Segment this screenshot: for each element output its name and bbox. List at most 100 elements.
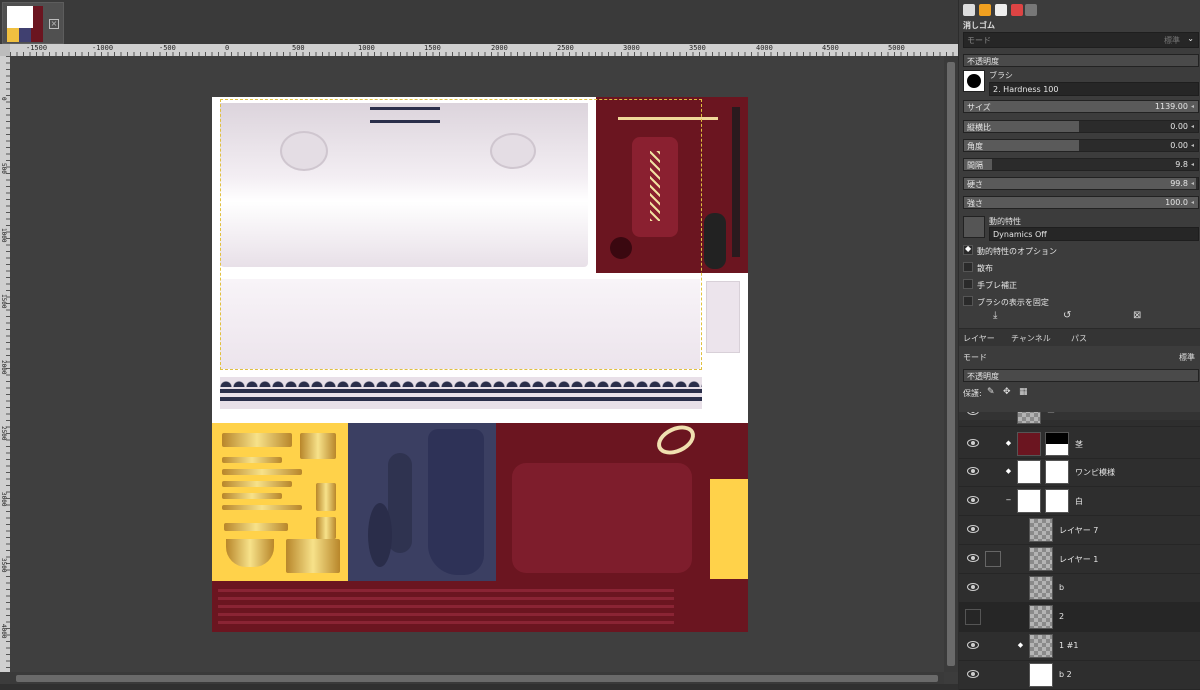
ruler-left-label: 3500 bbox=[0, 558, 7, 573]
ruler-left-label: 500 bbox=[0, 163, 7, 174]
mask-indicator-icon[interactable]: ◆ bbox=[1005, 440, 1012, 447]
spacing-slider[interactable]: 間隔 9.8 ◂ bbox=[963, 158, 1199, 171]
layer-name: 1 #1 bbox=[1059, 641, 1079, 650]
smooth-checkbox[interactable] bbox=[963, 279, 973, 289]
layer-opacity-slider[interactable]: 不透明度 bbox=[963, 369, 1199, 382]
ruler-top-label: 0 bbox=[225, 44, 230, 52]
opacity-slider[interactable]: 不透明度 bbox=[963, 54, 1199, 67]
force-value: 100.0 bbox=[1165, 198, 1188, 207]
tab-layers[interactable]: レイヤー bbox=[963, 333, 995, 344]
tool-options-tab-icon[interactable] bbox=[963, 4, 975, 16]
lock-alpha-icon[interactable]: ▦ bbox=[1019, 387, 1028, 397]
ruler-corner[interactable] bbox=[0, 44, 10, 56]
ruler-left-label: 2500 bbox=[0, 426, 7, 441]
collapse-icon[interactable]: − bbox=[1005, 497, 1012, 504]
dynamics-icon[interactable] bbox=[963, 216, 985, 238]
mask-indicator-icon[interactable]: ◆ bbox=[1017, 642, 1024, 649]
smooth-label: 手ブレ補正 bbox=[977, 281, 1017, 290]
fonts-tab-icon[interactable] bbox=[995, 4, 1007, 16]
eye-icon[interactable] bbox=[967, 583, 979, 591]
ruler-left-label: 0 bbox=[0, 97, 7, 101]
angle-slider[interactable]: 角度 0.00 ◂ bbox=[963, 139, 1199, 152]
hardness-value: 99.8 bbox=[1170, 179, 1188, 188]
brush-name-field[interactable]: 2. Hardness 100 bbox=[989, 82, 1199, 96]
eye-icon[interactable] bbox=[967, 439, 979, 447]
spacing-value: 9.8 bbox=[1175, 160, 1188, 169]
texture-image[interactable] bbox=[212, 97, 748, 632]
ruler-top-label: 2000 bbox=[491, 44, 508, 52]
eye-icon[interactable] bbox=[967, 467, 979, 475]
layer-thumbnail bbox=[1029, 547, 1053, 571]
chain-toggle[interactable] bbox=[985, 551, 1001, 567]
eye-icon[interactable] bbox=[967, 496, 979, 504]
layer-thumbnail bbox=[1029, 663, 1053, 687]
layer-name: 2 bbox=[1059, 612, 1065, 621]
layer-row[interactable]: b bbox=[959, 574, 1200, 603]
eye-icon[interactable] bbox=[967, 554, 979, 562]
visibility-toggle[interactable] bbox=[965, 609, 981, 625]
layer-row[interactable]: b 2 bbox=[959, 661, 1200, 690]
reset-icon[interactable]: ↺ bbox=[1063, 310, 1071, 321]
layer-row[interactable]: 2 bbox=[959, 603, 1200, 632]
delete-icon[interactable]: ⊠ bbox=[1133, 310, 1141, 321]
scatter-checkbox[interactable] bbox=[963, 262, 973, 272]
spin-icon[interactable]: ◂ bbox=[1191, 103, 1197, 110]
vertical-ruler[interactable]: 0 500 1000 1500 2000 2500 3000 3500 4000 bbox=[0, 56, 10, 672]
close-icon[interactable]: × bbox=[49, 19, 59, 29]
image-tab[interactable]: × bbox=[2, 2, 64, 44]
layer-name: b bbox=[1059, 583, 1065, 592]
layer-opacity-label: 不透明度 bbox=[967, 372, 999, 381]
mode-select[interactable]: モード 標準 ⌄ bbox=[963, 32, 1199, 48]
layer-thumbnail bbox=[1029, 576, 1053, 600]
lock-position-icon[interactable]: ✥ bbox=[1003, 387, 1011, 397]
size-slider[interactable]: サイズ 1139.00 ◂ bbox=[963, 100, 1199, 113]
layer-row[interactable]: ◆ 1 #1 bbox=[959, 632, 1200, 661]
spin-icon[interactable]: ◂ bbox=[1191, 161, 1197, 168]
layer-row[interactable]: ◆ 茎 bbox=[959, 430, 1200, 459]
layer-name: レイヤー 7 bbox=[1059, 526, 1099, 535]
eye-icon[interactable] bbox=[967, 641, 979, 649]
eye-icon[interactable] bbox=[967, 670, 979, 678]
dynamics-options-expander[interactable] bbox=[963, 244, 973, 255]
eye-icon[interactable] bbox=[967, 525, 979, 533]
layer-row[interactable]: ー bbox=[959, 412, 1200, 427]
ruler-top-label: -1500 bbox=[26, 44, 48, 52]
layer-thumbnail bbox=[1017, 489, 1041, 513]
dynamics-field[interactable]: Dynamics Off bbox=[989, 227, 1199, 241]
spin-icon[interactable]: ◂ bbox=[1191, 180, 1197, 187]
tab-paths[interactable]: パス bbox=[1071, 333, 1087, 344]
hardness-slider[interactable]: 硬さ 99.8 ◂ bbox=[963, 177, 1199, 190]
ruler-left-label: 3000 bbox=[0, 492, 7, 507]
brush-preview[interactable] bbox=[963, 70, 985, 92]
eye-icon[interactable] bbox=[967, 412, 979, 415]
spin-icon[interactable]: ◂ bbox=[1191, 123, 1197, 130]
ruler-top-label: 5000 bbox=[888, 44, 905, 52]
horizontal-ruler[interactable]: -1500 -1000 -500 0 500 1000 1500 2000 2500 3000 35… bbox=[10, 44, 958, 56]
layer-name: 茎 bbox=[1075, 440, 1083, 449]
layer-row[interactable]: ◆ ワンピ模様 bbox=[959, 458, 1200, 487]
spin-icon[interactable]: ◂ bbox=[1191, 199, 1197, 206]
layer-thumbnail bbox=[1017, 412, 1041, 424]
vertical-scrollbar[interactable] bbox=[944, 56, 958, 672]
image-tab-strip: × bbox=[0, 0, 958, 44]
size-label: サイズ bbox=[967, 103, 991, 112]
save-preset-icon[interactable]: ⤓ bbox=[993, 310, 997, 321]
tab-channels[interactable]: チャンネル bbox=[1011, 333, 1051, 344]
aspect-slider[interactable]: 縦横比 0.00 ◂ bbox=[963, 120, 1199, 133]
layer-row[interactable]: − 白 bbox=[959, 487, 1200, 516]
lock-pixels-icon[interactable]: ✎ bbox=[987, 387, 995, 397]
patterns-tab-icon[interactable] bbox=[1011, 4, 1023, 16]
force-slider[interactable]: 強さ 100.0 ◂ bbox=[963, 196, 1199, 209]
scatter-label: 散布 bbox=[977, 264, 993, 273]
layer-row[interactable]: レイヤー 7 bbox=[959, 516, 1200, 545]
horizontal-scrollbar[interactable] bbox=[10, 672, 944, 684]
brushes-tab-icon[interactable] bbox=[979, 4, 991, 16]
texture-navy-region bbox=[348, 423, 496, 581]
layer-name: ー bbox=[1047, 412, 1055, 417]
spin-icon[interactable]: ◂ bbox=[1191, 142, 1197, 149]
layer-mode-value[interactable]: 標準 bbox=[1179, 352, 1195, 363]
mask-indicator-icon[interactable]: ◆ bbox=[1005, 468, 1012, 475]
images-tab-icon[interactable] bbox=[1025, 4, 1037, 16]
lock-brush-checkbox[interactable] bbox=[963, 296, 973, 306]
layer-row[interactable]: レイヤー 1 bbox=[959, 545, 1200, 574]
